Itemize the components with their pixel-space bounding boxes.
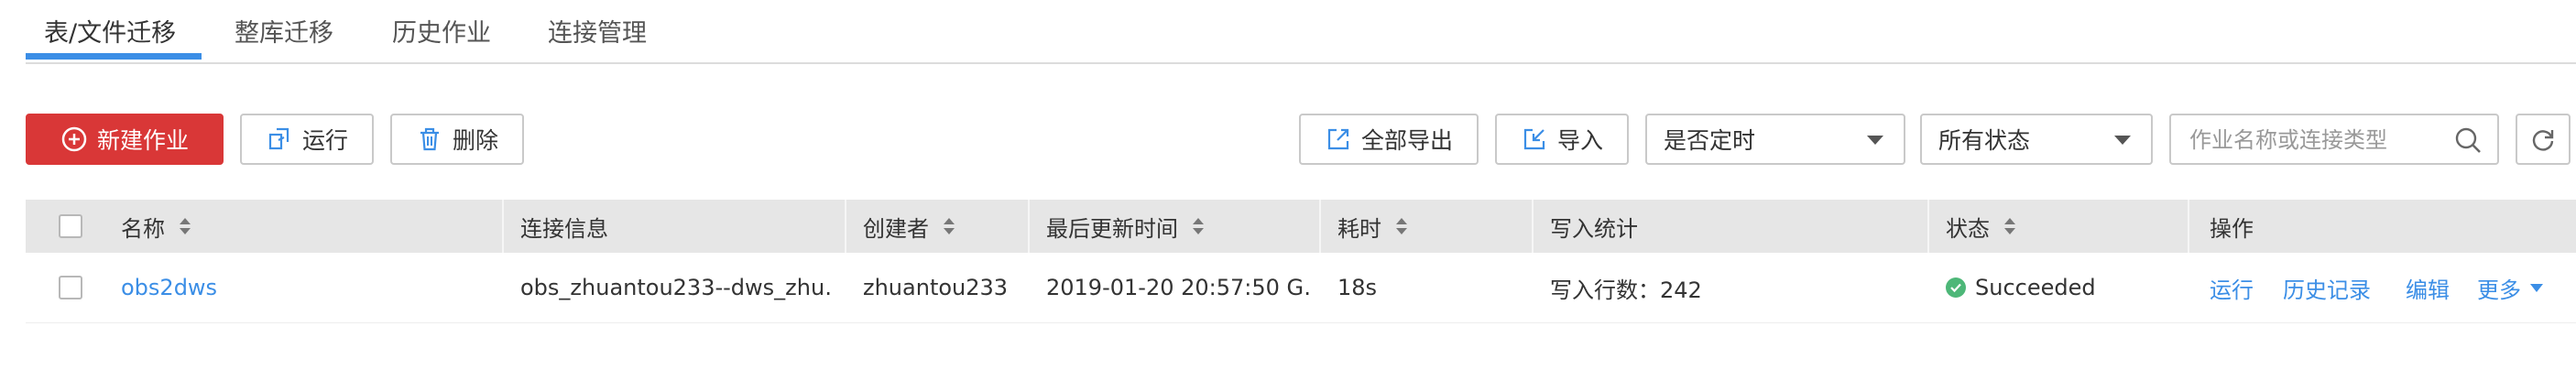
column-header-name[interactable]: 名称	[121, 200, 191, 253]
schedule-filter-value: 是否定时	[1664, 127, 1756, 154]
sort-icon[interactable]	[180, 218, 191, 234]
sort-icon[interactable]	[944, 218, 955, 234]
search-icon[interactable]	[2453, 125, 2483, 158]
column-header-connection: 连接信息	[520, 215, 608, 242]
action-edit-link[interactable]: 编辑	[2406, 253, 2450, 322]
sort-icon[interactable]	[2004, 218, 2015, 234]
column-header-actions: 操作	[2210, 215, 2254, 242]
connection-info: obs_zhuantou233--dws_zhu…	[520, 275, 832, 300]
column-header-status[interactable]: 状态	[1946, 200, 2015, 253]
status-filter-value: 所有状态	[1938, 127, 2031, 154]
active-tab-indicator	[26, 53, 202, 60]
delete-button[interactable]: 删除	[390, 114, 524, 165]
sort-icon[interactable]	[1396, 218, 1407, 234]
action-history-link[interactable]: 历史记录	[2283, 253, 2371, 322]
search-box	[2169, 114, 2499, 165]
import-button[interactable]: 导入	[1495, 114, 1629, 165]
sort-icon[interactable]	[1193, 218, 1204, 234]
chevron-down-icon	[2114, 136, 2131, 145]
run-label: 运行	[301, 127, 348, 154]
new-job-button[interactable]: 新建作业	[26, 114, 224, 165]
column-header-write-stats: 写入统计	[1550, 215, 1638, 242]
run-icon	[266, 125, 293, 153]
last-updated-time: 2019-01-20 20:57:50 G…	[1046, 275, 1312, 300]
export-all-button[interactable]: 全部导出	[1299, 114, 1479, 165]
tab-table-file-migration[interactable]: 表/文件迁移	[44, 13, 176, 49]
column-divider	[1319, 200, 1321, 253]
plus-circle-icon	[60, 125, 88, 153]
status-filter-select[interactable]: 所有状态	[1920, 114, 2153, 165]
status-text: Succeeded	[1975, 275, 2096, 300]
search-input[interactable]	[2188, 125, 2439, 156]
duration: 18s	[1337, 275, 1378, 300]
export-icon	[1325, 125, 1352, 153]
tab-bar: 表/文件迁移 整库迁移 历史作业 连接管理	[26, 0, 2576, 64]
chevron-down-icon	[1867, 136, 1883, 145]
table-header: 名称 连接信息 创建者 最后更新时间 耗时 写入统计 状态 操作	[26, 200, 2576, 253]
column-divider	[1927, 200, 1929, 253]
refresh-icon	[2529, 125, 2557, 153]
status-cell: Succeeded	[1946, 253, 2184, 322]
action-more-link[interactable]: 更多	[2477, 253, 2543, 322]
tab-link-management[interactable]: 连接管理	[548, 13, 647, 49]
column-divider	[2188, 200, 2189, 253]
tab-database-migration[interactable]: 整库迁移	[235, 13, 333, 49]
creator: zhuantou233	[863, 275, 1009, 300]
column-divider	[845, 200, 846, 253]
action-run-link[interactable]: 运行	[2210, 253, 2254, 322]
new-job-label: 新建作业	[96, 127, 189, 154]
export-all-label: 全部导出	[1360, 127, 1453, 154]
run-button[interactable]: 运行	[240, 114, 374, 165]
trash-icon	[416, 125, 443, 153]
column-divider	[1028, 200, 1030, 253]
import-label: 导入	[1556, 127, 1603, 154]
delete-label: 删除	[452, 127, 498, 154]
import-icon	[1521, 125, 1548, 153]
row-checkbox[interactable]	[59, 276, 82, 299]
column-header-creator[interactable]: 创建者	[863, 200, 955, 253]
column-divider	[502, 200, 504, 253]
schedule-filter-select[interactable]: 是否定时	[1645, 114, 1905, 165]
column-header-duration[interactable]: 耗时	[1337, 200, 1407, 253]
chevron-down-icon	[2530, 283, 2543, 292]
success-check-icon	[1946, 278, 1966, 298]
column-header-updated[interactable]: 最后更新时间	[1046, 200, 1204, 253]
column-divider	[1532, 200, 1534, 253]
table-row: obs2dws obs_zhuantou233--dws_zhu… zhuant…	[26, 253, 2576, 323]
tab-job-history[interactable]: 历史作业	[392, 13, 491, 49]
select-all-checkbox[interactable]	[59, 214, 82, 238]
write-stats: 写入行数：242	[1550, 277, 1702, 303]
job-name-link[interactable]: obs2dws	[121, 253, 487, 322]
refresh-button[interactable]	[2516, 114, 2571, 165]
